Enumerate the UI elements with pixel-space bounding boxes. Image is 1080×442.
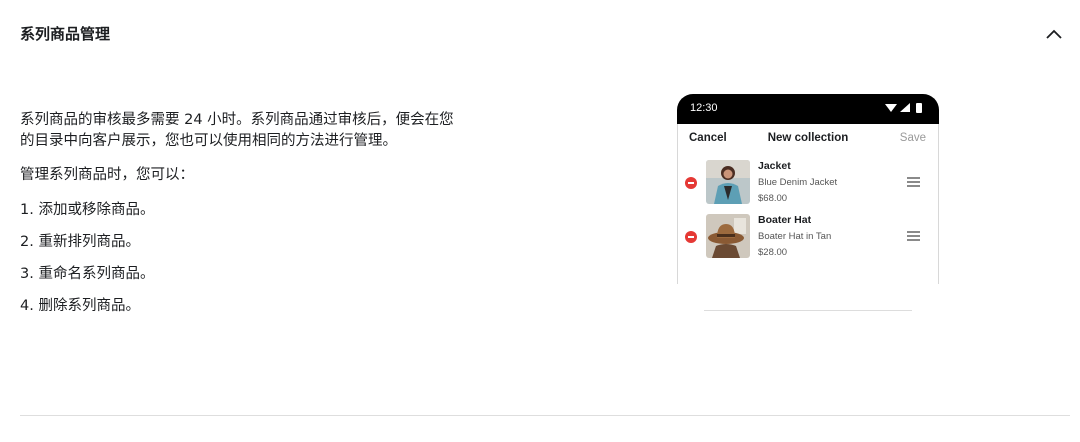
section-title: 系列商品管理 xyxy=(20,25,111,43)
chevron-up-icon xyxy=(1046,29,1062,39)
save-button[interactable]: Save xyxy=(900,132,926,144)
drag-handle-icon[interactable] xyxy=(907,177,920,187)
product-image-jacket xyxy=(706,160,750,204)
product-subtitle: Blue Denim Jacket xyxy=(758,177,838,188)
phone-mockup: 12:30 New collection Cancel Save Jacket … xyxy=(677,94,939,314)
list-item: 4. 删除系列商品。 xyxy=(20,298,140,314)
remove-button[interactable] xyxy=(685,231,697,243)
steps-list: 1. 添加或移除商品。 2. 重新排列商品。 3. 重命名系列商品。 4. 删除… xyxy=(20,200,460,328)
drag-handle-icon[interactable] xyxy=(907,231,920,241)
section-body: 系列商品的审核最多需要 24 小时。系列商品通过审核后，便会在您的目录中向客户展… xyxy=(20,110,460,328)
status-icons xyxy=(885,102,925,117)
product-image-boater-hat xyxy=(706,214,750,258)
remove-button[interactable] xyxy=(685,177,697,189)
phone-screen-bottom-edge xyxy=(704,310,912,311)
product-price: $68.00 xyxy=(758,193,788,204)
product-row: Jacket Blue Denim Jacket $68.00 xyxy=(678,160,938,206)
lead-text: 管理系列商品时，您可以： xyxy=(20,167,194,183)
phone-screen: New collection Cancel Save Jacket Blue D… xyxy=(677,124,939,284)
list-item: 2. 重新排列商品。 xyxy=(20,234,140,250)
signal-icon xyxy=(900,103,910,112)
product-name: Boater Hat xyxy=(758,214,812,226)
battery-icon xyxy=(916,103,922,113)
status-time: 12:30 xyxy=(690,102,718,114)
cancel-button[interactable]: Cancel xyxy=(689,132,727,144)
wifi-icon xyxy=(885,104,897,112)
collapse-button[interactable] xyxy=(1043,24,1065,44)
phone-nav-bar: New collection Cancel Save xyxy=(678,124,938,150)
product-row: Boater Hat Boater Hat in Tan $28.00 xyxy=(678,214,938,260)
section-divider xyxy=(20,415,1070,416)
list-item: 1. 添加或移除商品。 xyxy=(20,202,155,218)
product-subtitle: Boater Hat in Tan xyxy=(758,231,832,242)
product-price: $28.00 xyxy=(758,247,788,258)
intro-text: 系列商品的审核最多需要 24 小时。系列商品通过审核后，便会在您的目录中向客户展… xyxy=(20,112,454,149)
status-bar: 12:30 xyxy=(677,94,939,124)
list-item: 3. 重命名系列商品。 xyxy=(20,266,155,282)
product-name: Jacket xyxy=(758,160,791,172)
section-header[interactable]: 系列商品管理 xyxy=(20,22,1065,46)
